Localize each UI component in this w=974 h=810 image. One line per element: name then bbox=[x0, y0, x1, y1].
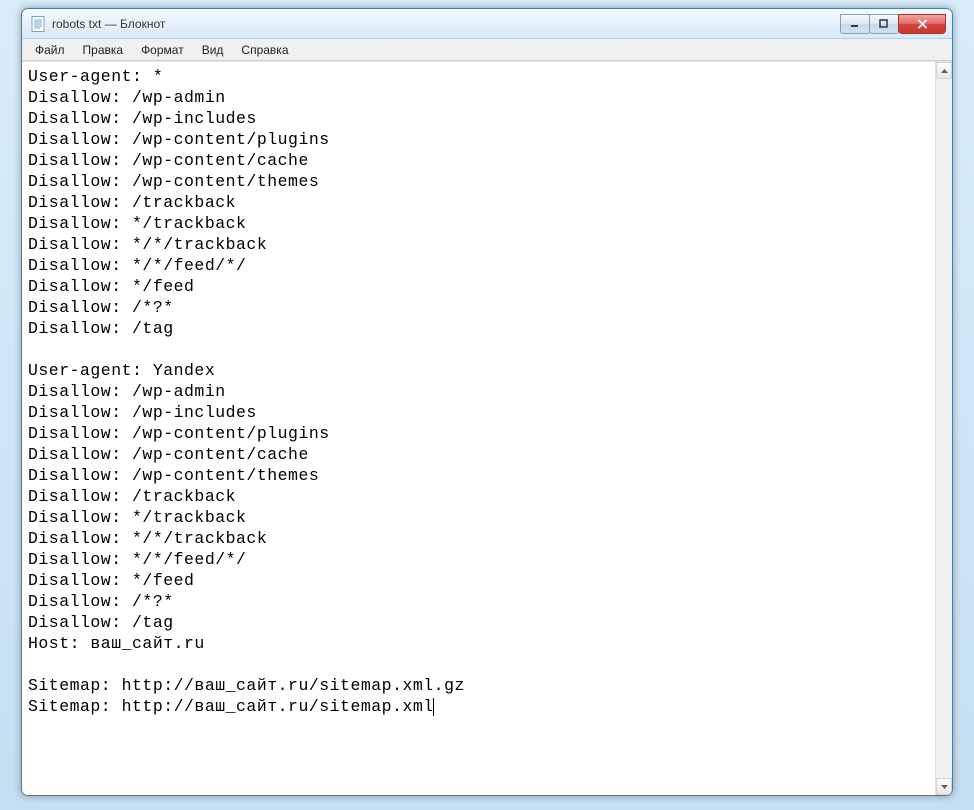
window-controls bbox=[841, 14, 946, 34]
menu-help[interactable]: Справка bbox=[232, 41, 297, 59]
scroll-down-button[interactable] bbox=[936, 778, 952, 795]
text-editor[interactable]: User-agent: * Disallow: /wp-admin Disall… bbox=[22, 62, 935, 795]
menu-view[interactable]: Вид bbox=[193, 41, 233, 59]
menu-format[interactable]: Формат bbox=[132, 41, 193, 59]
maximize-button[interactable] bbox=[869, 14, 899, 34]
menu-file[interactable]: Файл bbox=[26, 41, 74, 59]
vertical-scrollbar[interactable] bbox=[935, 62, 952, 795]
minimize-button[interactable] bbox=[840, 14, 870, 34]
close-button[interactable] bbox=[898, 14, 946, 34]
menubar: Файл Правка Формат Вид Справка bbox=[22, 39, 952, 61]
text-cursor bbox=[433, 698, 434, 716]
scroll-up-button[interactable] bbox=[936, 62, 952, 79]
notepad-window: robots txt — Блокнот Файл Правка Формат … bbox=[21, 8, 953, 796]
titlebar[interactable]: robots txt — Блокнот bbox=[22, 9, 952, 39]
scroll-track[interactable] bbox=[936, 79, 952, 778]
content-area: User-agent: * Disallow: /wp-admin Disall… bbox=[22, 61, 952, 795]
menu-edit[interactable]: Правка bbox=[74, 41, 133, 59]
window-title: robots txt — Блокнот bbox=[52, 17, 841, 31]
notepad-icon bbox=[30, 16, 46, 32]
